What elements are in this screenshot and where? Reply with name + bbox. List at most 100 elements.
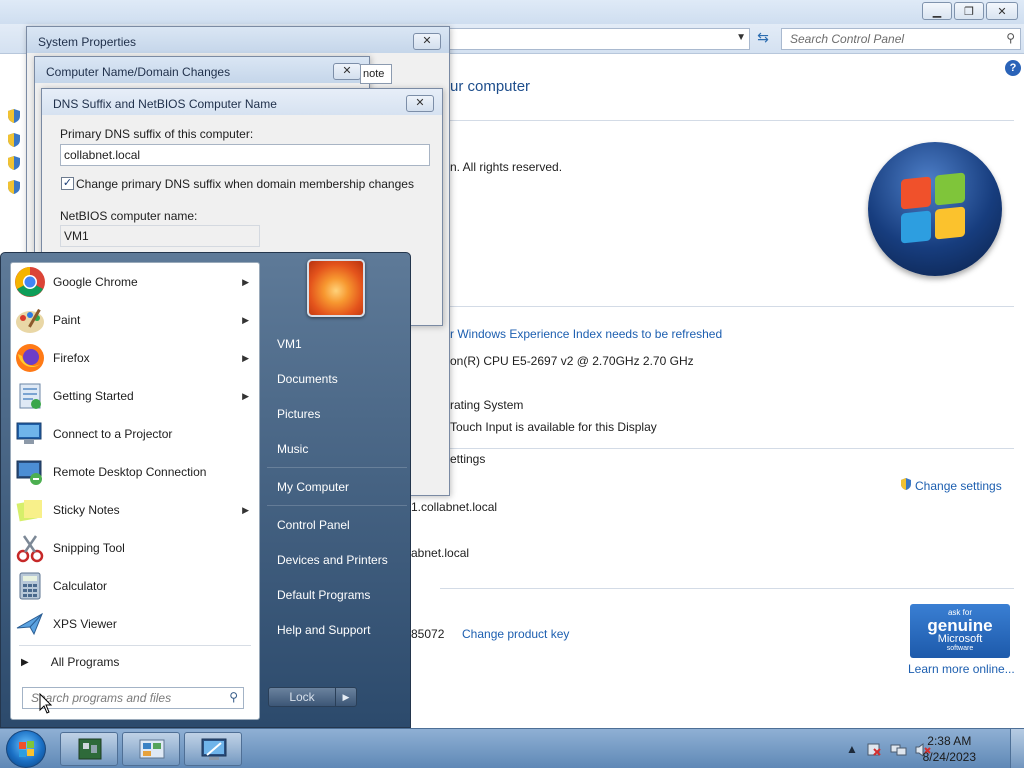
- window-caption-buttons: ▁ ❐ ✕: [922, 2, 1018, 20]
- logo-blue-pane: [901, 210, 931, 244]
- pen-touch-value: Touch Input is available for this Displa…: [450, 420, 657, 434]
- program-item-google-chrome[interactable]: Google Chrome ▶: [14, 264, 257, 300]
- taskbar: ▲ 2:38 AM 8/24/2023: [0, 728, 1024, 768]
- maximize-button[interactable]: ❐: [954, 2, 984, 20]
- program-item-xps-viewer[interactable]: XPS Viewer: [14, 606, 257, 642]
- system-board-icon: [78, 738, 102, 760]
- shield-icon: [6, 108, 22, 124]
- user-avatar[interactable]: [307, 259, 365, 317]
- start-search-input[interactable]: Search programs and files ⚲: [22, 687, 244, 709]
- program-label: Paint: [53, 313, 81, 327]
- divider: [267, 505, 407, 506]
- refresh-icon[interactable]: ⇆: [753, 29, 773, 49]
- shield-icon: [6, 132, 22, 148]
- close-button[interactable]: ✕: [413, 33, 441, 50]
- start-item-devices-printers[interactable]: Devices and Printers: [267, 545, 407, 575]
- dialog-title: DNS Suffix and NetBIOS Computer Name: [53, 97, 277, 111]
- search-input[interactable]: Search Control Panel ⚲: [781, 28, 1021, 50]
- submenu-arrow-icon: ▶: [242, 352, 249, 363]
- logo-red-pane: [901, 176, 931, 210]
- getting-started-icon: [14, 380, 46, 412]
- system-type-value: rating System: [450, 398, 524, 412]
- shield-icon: [6, 179, 22, 195]
- taskbar-clock[interactable]: 2:38 AM 8/24/2023: [923, 733, 976, 765]
- program-label: Connect to a Projector: [53, 427, 173, 441]
- start-item-pictures[interactable]: Pictures: [267, 399, 407, 429]
- change-suffix-label: Change primary DNS suffix when domain me…: [76, 177, 414, 191]
- start-item-control-panel[interactable]: Control Panel: [267, 510, 407, 540]
- lock-button[interactable]: Lock: [268, 687, 336, 707]
- close-button[interactable]: ✕: [986, 2, 1018, 20]
- taskbar-app-1[interactable]: [60, 732, 118, 766]
- change-suffix-checkbox[interactable]: ✓: [61, 177, 74, 190]
- address-field[interactable]: ▼: [448, 28, 750, 50]
- power-options-arrow-icon[interactable]: ▶: [335, 687, 357, 707]
- program-item-paint[interactable]: Paint ▶: [14, 302, 257, 338]
- program-item-remote-desktop[interactable]: Remote Desktop Connection: [14, 454, 257, 490]
- logo-yellow-pane: [935, 206, 965, 240]
- divider: [19, 645, 251, 646]
- program-item-calculator[interactable]: Calculator: [14, 568, 257, 604]
- dialog-titlebar: DNS Suffix and NetBIOS Computer Name ✕: [42, 89, 442, 115]
- genuine-software: software: [946, 645, 974, 652]
- change-product-key-link[interactable]: Change product key: [462, 627, 569, 641]
- start-item-computer[interactable]: My Computer: [267, 472, 407, 502]
- start-button[interactable]: [6, 730, 46, 768]
- remote-desktop-icon: [14, 456, 46, 488]
- network-icon[interactable]: [890, 742, 908, 761]
- submenu-arrow-icon: ▶: [242, 276, 249, 287]
- taskbar-app-3[interactable]: [184, 732, 242, 766]
- program-item-snipping-tool[interactable]: Snipping Tool: [14, 530, 257, 566]
- search-icon[interactable]: ⚲: [229, 690, 238, 704]
- close-button[interactable]: ✕: [333, 63, 361, 80]
- projector-icon: [14, 418, 46, 450]
- submenu-arrow-icon: ▶: [242, 314, 249, 325]
- close-button[interactable]: ✕: [406, 95, 434, 112]
- processor-value: on(R) CPU E5-2697 v2 @ 2.70GHz 2.70 GHz: [450, 354, 694, 368]
- snipping-tool-icon: [14, 532, 46, 564]
- divider: [440, 588, 1014, 589]
- change-settings-link[interactable]: Change settings: [899, 477, 1002, 494]
- product-id-value: 85072: [411, 627, 445, 641]
- genuine-word: genuine: [927, 616, 993, 635]
- primary-dns-field[interactable]: collabnet.local: [60, 144, 430, 166]
- control-panel-icon: [139, 739, 165, 759]
- all-programs-button[interactable]: ▶ All Programs: [19, 651, 251, 673]
- start-item-music[interactable]: Music: [267, 434, 407, 464]
- program-item-firefox[interactable]: Firefox ▶: [14, 340, 257, 376]
- shield-icon: [6, 155, 22, 171]
- program-label: Firefox: [53, 351, 90, 365]
- genuine-badge[interactable]: ask for genuine Microsoft software: [910, 604, 1010, 658]
- genuine-brand: Microsoft: [937, 633, 983, 645]
- program-item-getting-started[interactable]: Getting Started ▶: [14, 378, 257, 414]
- all-programs-label: All Programs: [50, 655, 120, 669]
- learn-more-link[interactable]: Learn more online...: [908, 662, 1015, 676]
- minimize-button[interactable]: ▁: [922, 2, 952, 20]
- program-label: XPS Viewer: [53, 617, 117, 631]
- logo-green-pane: [935, 172, 965, 206]
- wei-refresh-link[interactable]: r Windows Experience Index needs to be r…: [450, 327, 722, 341]
- show-desktop-button[interactable]: [1010, 729, 1024, 768]
- netbios-field: VM1: [60, 225, 260, 247]
- program-item-connect-to-projector[interactable]: Connect to a Projector: [14, 416, 257, 452]
- search-icon[interactable]: ⚲: [1006, 31, 1015, 45]
- start-item-documents[interactable]: Documents: [267, 364, 407, 394]
- taskbar-app-2[interactable]: [122, 732, 180, 766]
- action-center-icon[interactable]: [866, 742, 882, 761]
- submenu-arrow-icon: ▶: [242, 390, 249, 401]
- chevron-down-icon[interactable]: ▼: [736, 32, 746, 43]
- show-hidden-icons-icon[interactable]: ▲: [846, 742, 858, 756]
- program-item-sticky-notes[interactable]: Sticky Notes ▶: [14, 492, 257, 528]
- windows-logo-icon: [19, 741, 34, 757]
- start-item-user[interactable]: VM1: [267, 329, 407, 359]
- primary-dns-label: Primary DNS suffix of this computer:: [60, 127, 254, 141]
- program-label: Snipping Tool: [53, 541, 125, 555]
- start-item-help-support[interactable]: Help and Support: [267, 615, 407, 645]
- program-label: Sticky Notes: [53, 503, 120, 517]
- calculator-icon: [14, 570, 46, 602]
- start-item-default-programs[interactable]: Default Programs: [267, 580, 407, 610]
- help-icon[interactable]: ?: [1005, 60, 1021, 76]
- dialog-titlebar: System Properties ✕: [27, 27, 449, 53]
- tab-remote[interactable]: note: [360, 64, 392, 84]
- domain-value: abnet.local: [411, 546, 470, 560]
